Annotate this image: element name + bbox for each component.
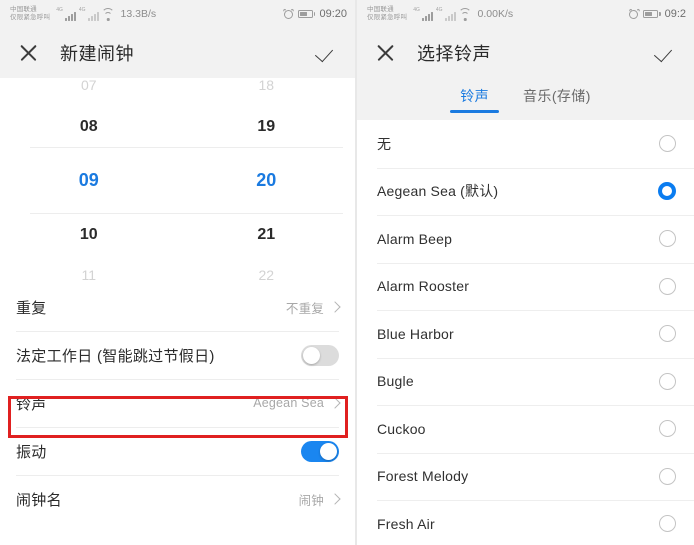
list-item[interactable]: Forest Melody bbox=[357, 452, 694, 501]
setting-label: 振动 bbox=[16, 443, 47, 461]
battery-icon bbox=[643, 10, 661, 18]
list-item[interactable]: Alarm Rooster bbox=[357, 262, 694, 311]
new-alarm-screen: 中国联通 仅限紧急呼叫 4G 4G 13.3B/s 09:20 新建闹钟 07 … bbox=[0, 0, 355, 545]
check-icon[interactable] bbox=[654, 40, 680, 66]
setting-row-workday[interactable]: 法定工作日 (智能跳过节假日) bbox=[0, 331, 355, 379]
radio-button[interactable] bbox=[659, 372, 676, 390]
hour-option[interactable]: 08 bbox=[0, 106, 178, 147]
minute-option-selected[interactable]: 20 bbox=[178, 147, 356, 214]
minute-option[interactable]: 19 bbox=[178, 106, 356, 147]
chevron-right-icon bbox=[329, 493, 341, 505]
network-type-label-2: 4G bbox=[78, 7, 86, 13]
network-type-label-2: 4G bbox=[435, 7, 443, 13]
carrier-label: 中国联通 仅限紧急呼叫 bbox=[10, 6, 51, 21]
close-icon[interactable] bbox=[373, 40, 399, 66]
tab-ringtones[interactable]: 铃声 bbox=[450, 86, 499, 113]
network-type-label: 4G bbox=[413, 7, 420, 13]
radio-button[interactable] bbox=[659, 420, 676, 438]
signal-bars-sim2 bbox=[444, 10, 456, 21]
status-bar-right-group: 09:20 bbox=[283, 0, 347, 28]
signal-icons: 4G 4G bbox=[413, 7, 472, 21]
ringtone-label: Forest Melody bbox=[377, 468, 469, 485]
status-bar-right: 中国联通 仅限紧急呼叫 4G 4G 0.00K/s 09:2 bbox=[357, 0, 694, 28]
list-item[interactable]: Blue Harbor bbox=[357, 310, 694, 358]
app-bar-select-ringtone: 选择铃声 bbox=[357, 28, 694, 78]
list-item[interactable]: Fresh Air bbox=[357, 500, 694, 545]
minute-wheel[interactable]: 18 19 20 21 22 bbox=[178, 65, 356, 296]
setting-label: 铃声 bbox=[16, 395, 47, 413]
radio-button-selected[interactable] bbox=[658, 182, 676, 201]
hour-option-selected[interactable]: 09 bbox=[0, 147, 178, 214]
chevron-right-icon bbox=[329, 301, 341, 313]
time-picker[interactable]: 07 08 09 10 11 18 19 20 21 22 bbox=[0, 77, 355, 283]
ringtone-label: Fresh Air bbox=[377, 515, 435, 532]
signal-icons: 4G 4G bbox=[56, 7, 115, 21]
network-speed: 13.3B/s bbox=[120, 8, 157, 20]
workday-toggle[interactable] bbox=[301, 344, 339, 366]
network-speed: 0.00K/s bbox=[477, 8, 514, 20]
status-clock: 09:20 bbox=[319, 8, 347, 20]
page-title: 新建闹钟 bbox=[60, 44, 134, 64]
ringtone-label: Alarm Rooster bbox=[377, 278, 470, 295]
hour-option[interactable]: 11 bbox=[0, 255, 178, 296]
carrier-label: 中国联通 仅限紧急呼叫 bbox=[367, 6, 408, 21]
page-title: 选择铃声 bbox=[417, 44, 491, 64]
ringtone-label: Cuckoo bbox=[377, 420, 426, 437]
radio-button[interactable] bbox=[659, 277, 676, 295]
setting-row-vibrate[interactable]: 振动 bbox=[0, 427, 355, 475]
hour-option[interactable]: 07 bbox=[0, 65, 178, 106]
check-icon[interactable] bbox=[315, 40, 341, 66]
ringtone-label: Bugle bbox=[377, 373, 414, 390]
status-bar-right-group: 09:2 bbox=[628, 0, 686, 28]
tab-music-storage[interactable]: 音乐(存储) bbox=[523, 86, 591, 113]
setting-value: Aegean Sea bbox=[253, 396, 324, 410]
signal-bars-sim1 bbox=[421, 10, 433, 21]
wifi-icon bbox=[101, 8, 115, 21]
list-item[interactable]: Bugle bbox=[357, 357, 694, 406]
hour-wheel[interactable]: 07 08 09 10 11 bbox=[0, 65, 178, 296]
radio-button[interactable] bbox=[659, 325, 676, 343]
dual-screenshot-container: 中国联通 仅限紧急呼叫 4G 4G 13.3B/s 09:20 新建闹钟 07 … bbox=[0, 0, 694, 545]
radio-button[interactable] bbox=[659, 467, 676, 485]
minute-option[interactable]: 21 bbox=[178, 214, 356, 255]
minute-option[interactable]: 22 bbox=[178, 255, 356, 296]
setting-row-ringtone[interactable]: 铃声 Aegean Sea bbox=[0, 379, 355, 427]
ringtone-tabs: 铃声 音乐(存储) bbox=[357, 78, 694, 120]
ringtone-label: Alarm Beep bbox=[377, 230, 453, 247]
radio-button[interactable] bbox=[659, 135, 676, 153]
signal-bars-sim2 bbox=[87, 10, 99, 21]
radio-button[interactable] bbox=[659, 515, 676, 533]
setting-value: 闹钟 bbox=[298, 493, 324, 508]
list-item[interactable]: Alarm Beep bbox=[357, 215, 694, 263]
setting-label: 闹钟名 bbox=[16, 491, 62, 509]
status-clock: 09:2 bbox=[664, 8, 686, 20]
ringtone-label: Blue Harbor bbox=[377, 325, 454, 342]
alarm-settings-list: 重复 不重复 法定工作日 (智能跳过节假日) 铃声 Aegean Sea 振动 bbox=[0, 283, 355, 523]
hour-option[interactable]: 10 bbox=[0, 214, 178, 255]
setting-label: 重复 bbox=[16, 299, 47, 317]
ringtone-label: Aegean Sea (默认) bbox=[377, 183, 499, 200]
setting-row-alarm-name[interactable]: 闹钟名 闹钟 bbox=[0, 475, 355, 523]
list-item[interactable]: Cuckoo bbox=[357, 405, 694, 453]
alarm-clock-icon bbox=[283, 8, 295, 19]
signal-bars-sim1 bbox=[64, 10, 76, 21]
status-bar-left: 中国联通 仅限紧急呼叫 4G 4G 13.3B/s 09:20 bbox=[0, 0, 355, 28]
minute-option[interactable]: 18 bbox=[178, 65, 356, 106]
setting-value: 不重复 bbox=[285, 301, 324, 316]
ringtone-list: 无 Aegean Sea (默认) Alarm Beep Alarm Roost… bbox=[357, 120, 694, 545]
wifi-icon bbox=[458, 8, 472, 21]
select-ringtone-screen: 中国联通 仅限紧急呼叫 4G 4G 0.00K/s 09:2 选择铃声 铃声 音… bbox=[357, 0, 694, 545]
close-icon[interactable] bbox=[16, 40, 42, 66]
alarm-clock-icon bbox=[628, 8, 640, 19]
network-type-label: 4G bbox=[56, 7, 63, 13]
ringtone-label: 无 bbox=[377, 135, 392, 152]
vibrate-toggle[interactable] bbox=[301, 440, 339, 462]
chevron-right-icon bbox=[329, 397, 341, 409]
radio-button[interactable] bbox=[659, 230, 676, 248]
list-item[interactable]: Aegean Sea (默认) bbox=[357, 167, 694, 216]
setting-label: 法定工作日 (智能跳过节假日) bbox=[16, 347, 215, 365]
battery-icon bbox=[297, 10, 316, 18]
list-item[interactable]: 无 bbox=[357, 120, 694, 168]
